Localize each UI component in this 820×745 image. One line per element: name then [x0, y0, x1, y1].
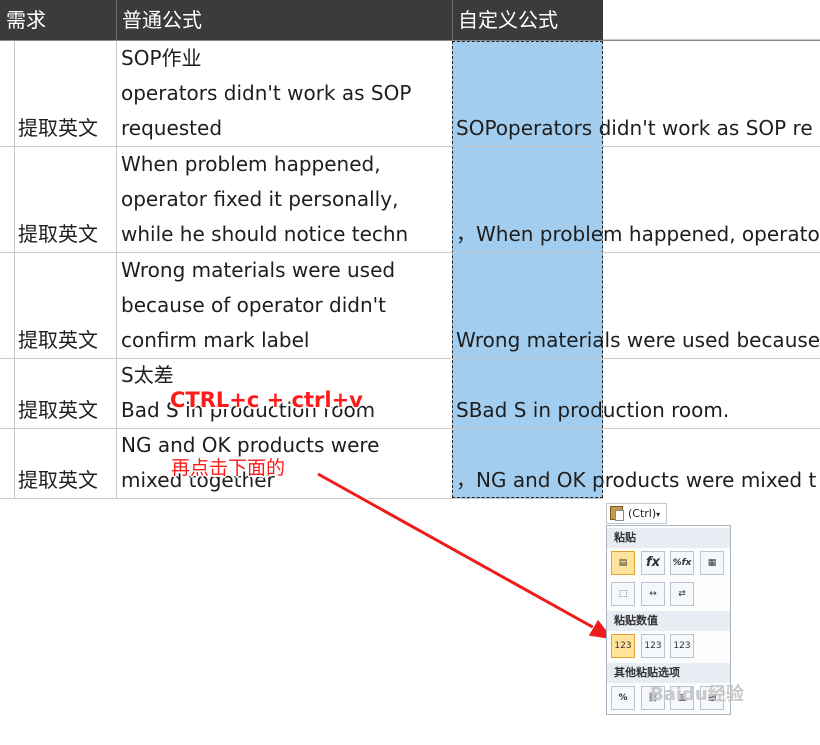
- section-paste-values: 粘贴数值: [607, 611, 730, 631]
- paste-icon[interactable]: ▤: [611, 551, 635, 575]
- formula-number-format-icon[interactable]: %fx: [670, 551, 694, 575]
- formatting-icon[interactable]: %: [611, 686, 635, 710]
- clipboard-icon: [610, 506, 624, 521]
- keep-column-width-icon[interactable]: ↔: [641, 582, 665, 606]
- keep-source-format-icon[interactable]: ▦: [700, 551, 724, 575]
- watermark: Baidu经验: [650, 684, 744, 705]
- values-number-format-icon[interactable]: 123: [641, 634, 665, 658]
- formula-icon[interactable]: fx: [641, 551, 665, 575]
- values-source-format-icon[interactable]: 123: [670, 634, 694, 658]
- transpose-icon[interactable]: ⇄: [670, 582, 694, 606]
- section-paste: 粘贴: [607, 528, 730, 548]
- no-borders-icon[interactable]: ⬚: [611, 582, 635, 606]
- values-icon[interactable]: 123: [611, 634, 635, 658]
